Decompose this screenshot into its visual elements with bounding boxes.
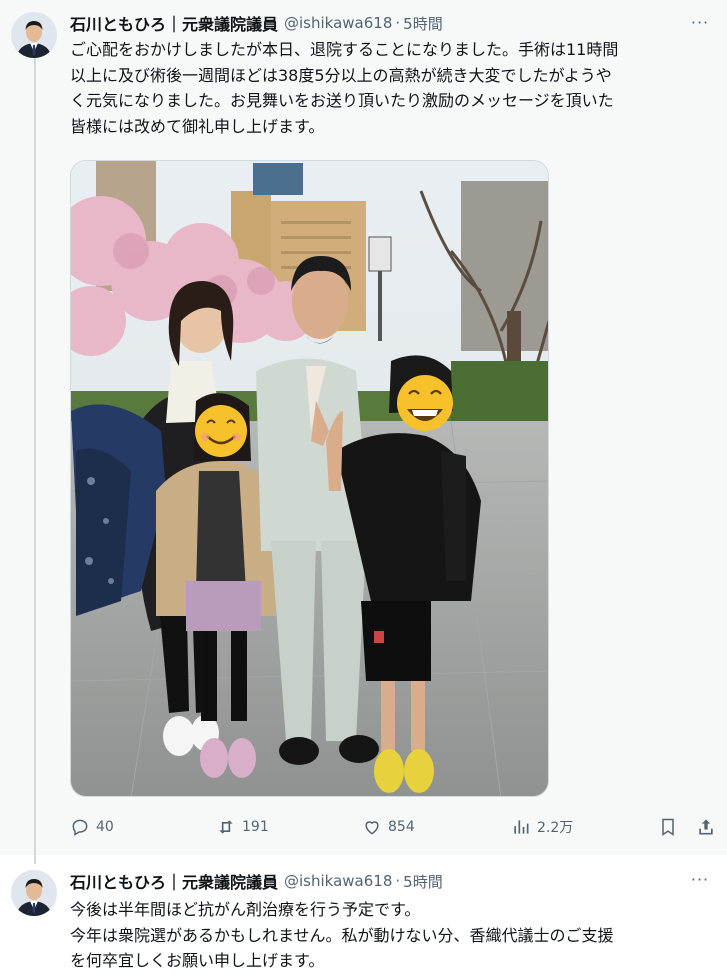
separator-dot: · (395, 872, 401, 890)
tweet-photo[interactable] (70, 160, 549, 797)
retweet-count: 191 (242, 819, 269, 835)
separator-dot: · (395, 14, 401, 32)
tweet-text: ご心配をおかけしましたが本日、退院することになりました。手術は11時間 以上に及… (70, 40, 619, 136)
timestamp[interactable]: 5時間 (403, 13, 443, 34)
views-button[interactable]: 2.2万 (511, 812, 573, 842)
share-icon (699, 819, 713, 835)
views-count: 2.2万 (537, 820, 574, 836)
avatar[interactable] (11, 12, 57, 58)
like-count: 854 (388, 819, 415, 835)
timestamp[interactable]: 5時間 (403, 871, 443, 892)
more-options-icon[interactable]: ··· (687, 13, 713, 33)
more-options-icon[interactable]: ··· (687, 870, 713, 890)
bookmark-icon (662, 818, 674, 836)
retweet-icon (219, 820, 233, 834)
bookmark-button[interactable] (658, 812, 684, 842)
reply-count: 40 (96, 819, 114, 835)
author-name[interactable]: 石川ともひろ｜元衆議院議員 (70, 869, 278, 893)
author-handle[interactable]: @ishikawa618 (284, 872, 392, 890)
retweet-button[interactable]: 191 (216, 812, 269, 842)
author-name[interactable]: 石川ともひろ｜元衆議院議員 (70, 11, 278, 35)
reply-button[interactable]: 40 (70, 812, 114, 842)
views-icon (514, 820, 529, 834)
tweet-header: 石川ともひろ｜元衆議院議員 @ishikawa618 · 5時間 (70, 11, 443, 35)
author-handle[interactable]: @ishikawa618 (284, 14, 392, 32)
reply-icon (72, 819, 88, 836)
avatar[interactable] (11, 870, 57, 916)
heart-icon (365, 821, 379, 835)
share-button[interactable] (696, 812, 722, 842)
thread-line (34, 58, 36, 864)
tweet-text: 今後は半年間ほど抗がん剤治療を行う予定です。 今年は衆院選があるかもしれません。… (70, 900, 614, 970)
like-button[interactable]: 854 (362, 812, 415, 842)
tweet-actions: 40 191 854 2.2万 (70, 812, 720, 842)
tweet-header: 石川ともひろ｜元衆議院議員 @ishikawa618 · 5時間 (70, 869, 443, 893)
tweet-main[interactable]: 石川ともひろ｜元衆議院議員 @ishikawa618 · 5時間 ··· ご心配… (0, 0, 727, 864)
